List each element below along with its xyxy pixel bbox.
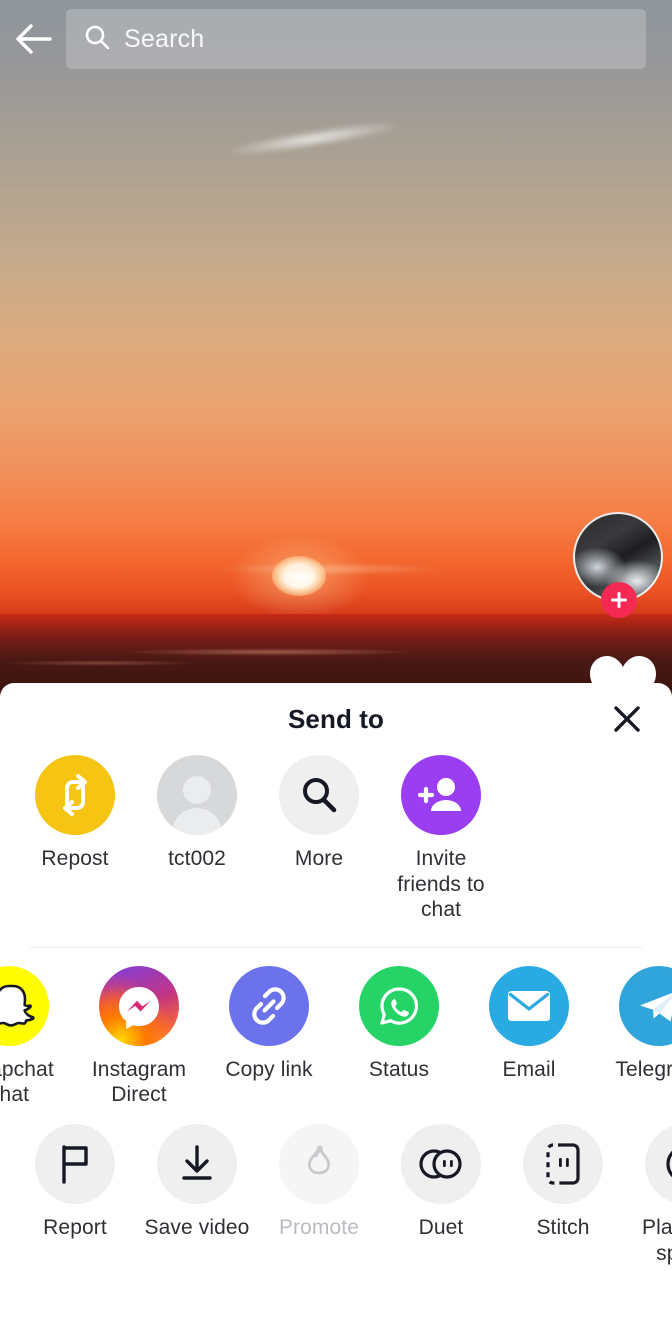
share-option-label: Duet: [418, 1216, 464, 1240]
search-icon: [84, 24, 110, 55]
share-app-strip[interactable]: Snapchat chat Instagram Direct: [0, 965, 672, 1108]
back-button[interactable]: [0, 0, 66, 78]
share-option-instagram-direct[interactable]: Instagram Direct: [74, 965, 204, 1108]
share-option-label: Status: [368, 1057, 430, 1081]
close-icon: [612, 704, 642, 734]
close-button[interactable]: [604, 696, 650, 742]
share-option-label: Invite friends to chat: [397, 847, 485, 922]
share-option-report[interactable]: Report: [14, 1124, 136, 1241]
share-option-invite-friends[interactable]: Invite friends to chat: [380, 755, 502, 923]
share-option-more[interactable]: More: [258, 755, 380, 872]
messenger-icon: [99, 965, 179, 1046]
share-option-label: Snapchat chat: [0, 1057, 54, 1107]
share-sheet: Send to Repost tct002 More Invite friend…: [0, 683, 672, 1322]
flame-icon: [279, 1124, 359, 1205]
download-icon: [157, 1124, 237, 1205]
share-option-email[interactable]: Email: [464, 965, 594, 1108]
share-option-label: Telegram: [615, 1057, 672, 1081]
share-option-repost[interactable]: Repost: [14, 755, 136, 872]
share-option-label: Playback speed: [641, 1216, 672, 1265]
tiktok-share-screen: Search Send to Repost tct002 More Invite…: [0, 0, 672, 1322]
share-row-primary: Repost tct002 More Invite friends to cha…: [0, 755, 672, 923]
share-option-label: More: [294, 847, 344, 870]
link-icon: [229, 965, 309, 1046]
share-option-duet[interactable]: Duet: [380, 1124, 502, 1241]
share-option-label: Stitch: [536, 1216, 590, 1240]
share-row-actions: Report Save video Promote Duet Stitch Pl…: [0, 1124, 672, 1266]
share-option-snapchat[interactable]: Snapchat chat: [0, 965, 74, 1108]
repost-icon: [35, 755, 115, 835]
share-sheet-title: Send to: [287, 703, 385, 734]
author-avatar-container[interactable]: [573, 512, 663, 618]
search-bar[interactable]: Search: [66, 9, 646, 69]
cloud-streak: [212, 104, 398, 176]
share-option-label: Repost: [41, 847, 109, 870]
share-option-status[interactable]: Status: [334, 965, 464, 1108]
share-option-label: Copy link: [225, 1057, 313, 1081]
speedometer-icon: [645, 1124, 672, 1205]
share-option-label: Save video: [144, 1216, 250, 1240]
flag-icon: [35, 1124, 115, 1205]
search-icon: [279, 755, 359, 835]
share-option-stitch[interactable]: Stitch: [502, 1124, 624, 1241]
ocean-glint-secondary: [0, 660, 200, 666]
add-person-icon: [401, 755, 481, 835]
share-option-label: Report: [43, 1216, 107, 1240]
share-option-label: Instagram Direct: [91, 1057, 187, 1107]
envelope-icon: [489, 965, 569, 1046]
share-option-label: tct002: [168, 847, 226, 870]
duet-icon: [401, 1124, 481, 1205]
top-bar: Search: [0, 0, 672, 78]
whatsapp-icon: [359, 965, 439, 1046]
share-option-save-video[interactable]: Save video: [136, 1124, 258, 1241]
share-option-telegram[interactable]: Telegram: [594, 965, 672, 1108]
share-option-tct002[interactable]: tct002: [136, 755, 258, 872]
share-option-copy-link[interactable]: Copy link: [204, 965, 334, 1108]
section-divider: [30, 946, 642, 948]
user-avatar-icon: [157, 755, 237, 835]
follow-button[interactable]: [601, 582, 637, 618]
search-input-placeholder[interactable]: Search: [124, 25, 204, 54]
share-option-label: Promote: [278, 1216, 360, 1240]
back-arrow-icon: [13, 22, 53, 56]
stitch-icon: [523, 1124, 603, 1205]
horizon-cloud: [200, 560, 460, 578]
plus-icon: [609, 590, 629, 610]
share-option-playback-speed[interactable]: Playback speed: [624, 1124, 672, 1266]
telegram-icon: [619, 965, 672, 1046]
share-sheet-header: Send to: [0, 683, 672, 755]
snapchat-icon: [0, 965, 49, 1046]
share-option-label: Email: [502, 1057, 556, 1081]
ocean-glint: [120, 648, 420, 656]
share-option-promote[interactable]: Promote: [258, 1124, 380, 1241]
